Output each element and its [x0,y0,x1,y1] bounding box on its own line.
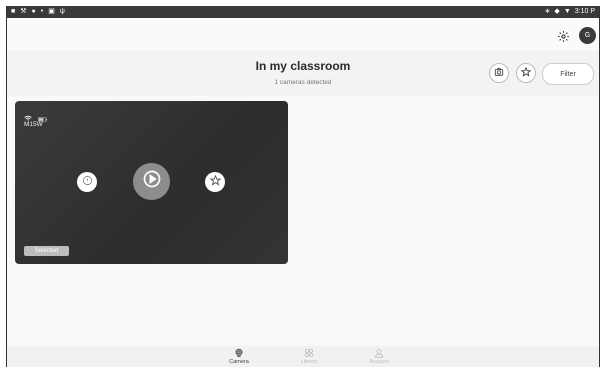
bluetooth-icon: ∗ [544,8,551,15]
camera-favorite-button[interactable] [205,172,225,192]
avatar[interactable]: G [579,27,596,44]
selected-badge: Selected [24,246,69,256]
nav-library[interactable]: Library [289,348,329,365]
nav-camera[interactable]: Camera [219,348,259,365]
top-bar: G [7,18,599,51]
star-icon [520,64,532,82]
play-button[interactable] [133,163,170,200]
status-icons-right: ∗ ◆ ▼ 3:10 P [545,6,595,18]
info-icon [82,173,93,191]
camera-card[interactable]: M15W Selected [15,101,288,264]
wrench-icon: ⚒ [20,8,27,15]
usb-icon: ψ [59,8,65,15]
page-header: In my classroom 1 cameras detected Filte… [7,51,599,96]
star-icon [209,173,221,191]
nav-account[interactable]: Account [359,348,399,365]
status-bar: ■ ⚒ ● • ▣ ψ ∗ ◆ ▼ 3:10 P [7,6,599,18]
location-icon: ● [31,8,36,15]
camera-list: M15W Selected [7,96,599,346]
gear-icon[interactable] [555,28,571,44]
camera-icon [234,348,244,358]
nav-camera-label: Camera [229,359,249,365]
status-icons-left: ■ ⚒ ● • ▣ ψ [11,6,65,18]
snapshot-button[interactable] [489,63,509,83]
camera-name: M15W [24,121,43,128]
page-title: In my classroom [255,59,351,73]
dot-icon: • [40,8,44,15]
app-screen: ■ ⚒ ● • ▣ ψ ∗ ◆ ▼ 3:10 P G In my classro… [6,6,600,367]
play-icon [142,169,162,194]
volume-icon: ◆ [554,8,560,15]
person-icon [374,348,384,358]
filter-button[interactable]: Filter [542,63,594,85]
cameras-count: 1 cameras detected [274,79,332,86]
camera-snapshot-icon [494,64,504,82]
app-icon: ■ [11,8,16,15]
bag-icon: ▣ [48,8,55,15]
favorites-button[interactable] [516,63,536,83]
nav-account-label: Account [369,359,389,365]
camera-info-button[interactable] [77,172,97,192]
wifi-icon: ▼ [563,8,571,15]
bottom-nav: Camera Library Account [7,346,599,367]
clock-time: 3:10 P [574,8,595,15]
grid-icon [304,348,314,358]
nav-library-label: Library [300,359,318,365]
